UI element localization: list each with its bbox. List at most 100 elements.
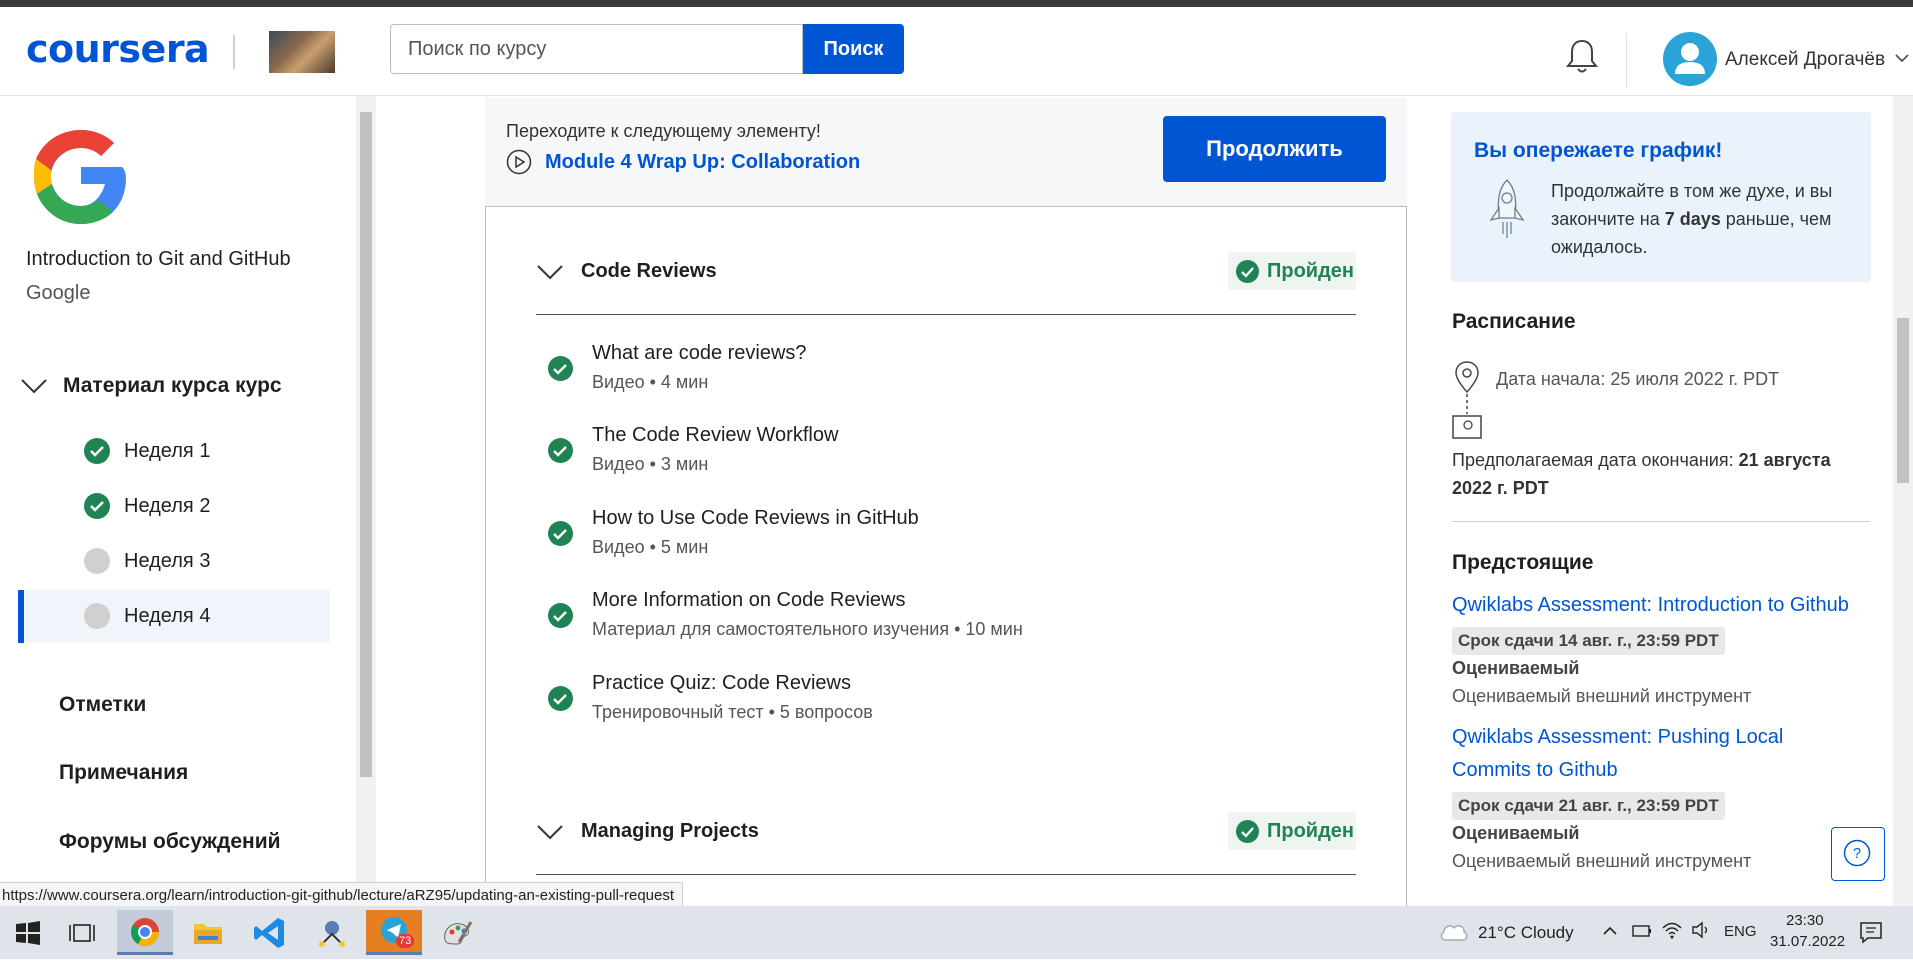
item-title[interactable]: More Information on Code Reviews (592, 589, 905, 612)
list-item[interactable]: More Information on Code Reviews Материа… (548, 589, 1248, 649)
chevron-down-icon[interactable] (536, 824, 564, 840)
section-title: Managing Projects (581, 820, 759, 842)
due-badge: Срок сдачи 14 авг. г., 23:59 PDT (1452, 627, 1725, 655)
paint-icon[interactable] (437, 914, 477, 952)
window-top-edge (0, 0, 1913, 7)
list-item[interactable]: How to Use Code Reviews in GitHub Видео … (548, 507, 1248, 567)
input-language[interactable]: ENG (1724, 923, 1757, 940)
ahead-days: 7 days (1664, 209, 1721, 229)
chevron-down-icon[interactable] (20, 378, 48, 394)
next-item-link[interactable]: Module 4 Wrap Up: Collaboration (545, 151, 860, 174)
right-divider (1452, 521, 1870, 522)
check-icon (1236, 260, 1259, 283)
schedule-timeline-icon (1452, 361, 1482, 439)
chrome-icon[interactable] (117, 910, 173, 955)
start-date: Дата начала: 25 июля 2022 г. PDT (1496, 369, 1780, 389)
continue-button[interactable]: Продолжить (1163, 116, 1386, 182)
sidebar-link-forums[interactable]: Форумы обсуждений (59, 830, 281, 854)
sidebar-week-4[interactable]: Неделя 4 (24, 590, 330, 642)
page-scrollbar-thumb[interactable] (1897, 318, 1909, 483)
list-item[interactable]: The Code Review Workflow Видео • 3 мин (548, 424, 1248, 484)
user-name[interactable]: Алексей Дрогачёв (1725, 49, 1885, 71)
clock-date[interactable]: 31.07.2022 (1770, 933, 1845, 950)
ahead-message: Продолжайте в том же духе, и вы закончит… (1551, 177, 1861, 261)
site-header: coursera Поиск по курсу Поиск Алексей Др… (0, 7, 1913, 96)
item-meta: Видео • 5 мин (592, 537, 709, 557)
sidebar-link-notes[interactable]: Примечания (59, 761, 188, 785)
notifications-icon[interactable] (1858, 919, 1884, 945)
check-icon (548, 438, 573, 463)
item-title[interactable]: What are code reviews? (592, 342, 807, 365)
end-date-label: Предполагаемая дата окончания: (1452, 450, 1739, 470)
battery-icon[interactable] (1631, 922, 1653, 940)
bell-icon[interactable] (1562, 37, 1602, 77)
file-explorer-icon[interactable] (188, 914, 228, 952)
chevron-down-icon[interactable] (536, 264, 564, 280)
week-label: Неделя 2 (124, 495, 211, 517)
section-title: Code Reviews (581, 260, 717, 282)
rocket-icon (1489, 179, 1525, 238)
check-icon (548, 356, 573, 381)
network-app-icon[interactable] (312, 914, 352, 952)
cloud-icon (1440, 925, 1468, 941)
help-button[interactable]: ? (1831, 827, 1885, 881)
search-input[interactable]: Поиск по курсу (390, 24, 803, 74)
tool-type: Оцениваемый внешний инструмент (1452, 686, 1752, 706)
task-view-icon[interactable] (62, 914, 102, 952)
volume-icon[interactable] (1690, 920, 1712, 940)
sidebar-week-1[interactable]: Неделя 1 (84, 425, 330, 477)
week-label: Неделя 1 (124, 440, 211, 462)
windows-taskbar: 73 21°C Cloudy ENG 23:30 31.07.2022 (0, 906, 1913, 959)
circle-icon (84, 548, 110, 574)
status-badge-label: Пройден (1267, 820, 1355, 842)
item-meta: Видео • 3 мин (592, 454, 709, 474)
vscode-icon[interactable] (250, 914, 290, 952)
section-header-code-reviews[interactable]: Code Reviews Пройден (536, 250, 1356, 300)
user-icon (1675, 43, 1705, 74)
check-icon (548, 521, 573, 546)
course-title[interactable]: Introduction to Git and GitHub (26, 248, 291, 271)
avatar[interactable] (1663, 32, 1717, 86)
partner-thumbnail[interactable] (269, 31, 335, 73)
week-label: Неделя 3 (124, 550, 211, 572)
sidebar-link-grades[interactable]: Отметки (59, 693, 146, 717)
week-label: Неделя 4 (124, 605, 211, 627)
tool-type: Оцениваемый внешний инструмент (1452, 851, 1752, 871)
telegram-icon[interactable]: 73 (366, 910, 422, 955)
sidebar-scrollbar-thumb[interactable] (360, 112, 372, 777)
sidebar-week-2[interactable]: Неделя 2 (84, 480, 330, 532)
header-divider (233, 35, 235, 69)
check-icon (84, 493, 110, 519)
chevron-up-icon[interactable] (1602, 924, 1618, 938)
status-badge-label: Пройден (1267, 260, 1355, 282)
course-material-heading[interactable]: Материал курса курс (63, 374, 282, 398)
graded-label: Оцениваемый (1452, 823, 1580, 843)
item-title[interactable]: How to Use Code Reviews in GitHub (592, 507, 919, 530)
section-header-managing-projects[interactable]: Managing Projects Пройден (536, 810, 1356, 860)
clock-time[interactable]: 23:30 (1786, 912, 1824, 929)
item-title[interactable]: Practice Quiz: Code Reviews (592, 672, 851, 695)
upcoming-link-1[interactable]: Qwiklabs Assessment: Introduction to Git… (1452, 589, 1849, 622)
check-icon (548, 603, 573, 628)
search-button[interactable]: Поиск (803, 24, 904, 74)
circle-icon (84, 603, 110, 629)
ahead-title: Вы опережаете график! (1474, 139, 1723, 162)
list-item[interactable]: Practice Quiz: Code Reviews Тренировочны… (548, 672, 1248, 732)
upcoming-link-2[interactable]: Qwiklabs Assessment: Pushing Local Commi… (1452, 721, 1832, 787)
sidebar-week-3[interactable]: Неделя 3 (84, 535, 330, 587)
coursera-logo[interactable]: coursera (26, 27, 210, 71)
item-title[interactable]: The Code Review Workflow (592, 424, 838, 447)
chevron-down-icon[interactable] (1894, 52, 1910, 64)
help-icon: ? (1843, 839, 1871, 867)
weather-text[interactable]: 21°C Cloudy (1478, 923, 1574, 943)
windows-start-icon[interactable] (8, 914, 48, 952)
check-icon (548, 686, 573, 711)
status-badge: Пройден (1228, 252, 1356, 290)
wifi-icon[interactable] (1661, 920, 1683, 940)
status-badge: Пройден (1228, 812, 1356, 850)
page-scrollbar[interactable] (1893, 96, 1913, 906)
list-item[interactable]: What are code reviews? Видео • 4 мин (548, 342, 1248, 402)
check-icon (84, 438, 110, 464)
play-icon (506, 149, 532, 175)
next-item-prompt: Переходите к следующему элементу! (506, 121, 821, 141)
